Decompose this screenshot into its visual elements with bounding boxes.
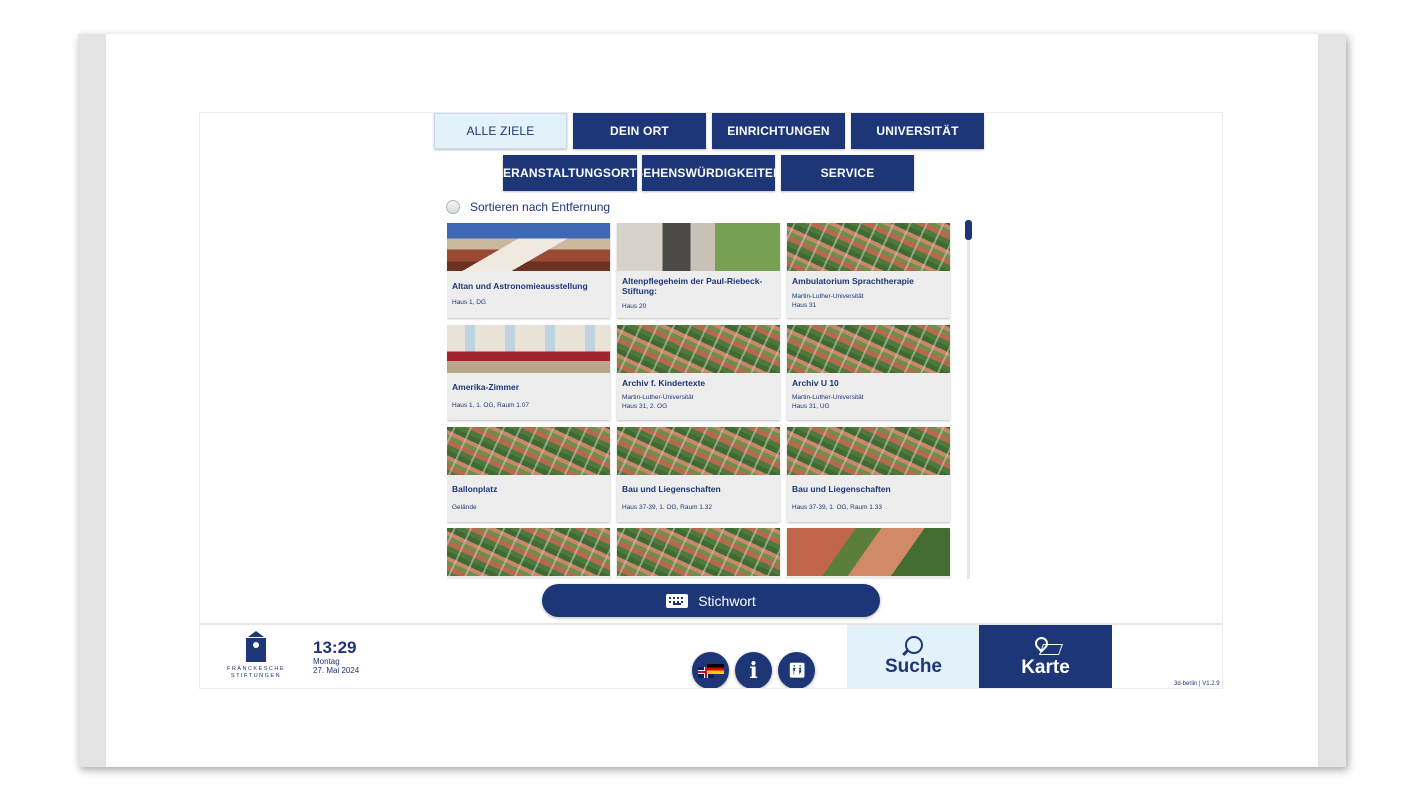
card-location-detail: Haus 31, 2. OG bbox=[622, 403, 668, 410]
list-item[interactable]: Bau und Liegenschaften Haus 37-39, 1. OG… bbox=[787, 427, 950, 522]
card-image bbox=[617, 223, 780, 271]
keyword-search-label: Stichwort bbox=[698, 592, 756, 609]
search-mode-label: Suche bbox=[884, 656, 943, 677]
sort-by-distance-toggle[interactable]: Sortieren nach Entfernung bbox=[446, 200, 610, 214]
card-title: Bau und Liegenschaften bbox=[622, 484, 721, 494]
card-title: Archiv f. Kindertexte bbox=[622, 378, 706, 388]
card-image bbox=[447, 223, 610, 271]
card-image bbox=[787, 223, 950, 271]
radio-button[interactable] bbox=[446, 200, 460, 214]
kiosk-screen: ALLE ZIELE DEIN ORT EINRICHTUNGEN UNIVER… bbox=[199, 112, 1223, 689]
scrollbar-thumb[interactable] bbox=[965, 220, 972, 240]
keyboard-icon bbox=[666, 593, 689, 608]
card-title: Altan und Astronomieausstellung bbox=[452, 281, 588, 291]
list-item[interactable]: Altan und Astronomieausstellung Haus 1, … bbox=[447, 223, 610, 318]
logo-icon bbox=[246, 631, 266, 663]
logo-text-line2: STIFTUNGEN bbox=[230, 673, 282, 679]
language-button[interactable] bbox=[692, 652, 729, 688]
toilet-icon: 🚻︎ bbox=[788, 662, 806, 678]
list-item[interactable]: Altenpflegeheim der Paul-Riebeck-Stiftun… bbox=[617, 223, 780, 318]
card-image bbox=[787, 325, 950, 373]
tab-alle-ziele[interactable]: ALLE ZIELE bbox=[434, 113, 567, 149]
toilet-button[interactable]: 🚻︎ bbox=[778, 652, 815, 688]
search-mode-button[interactable]: Suche bbox=[847, 625, 980, 688]
tab-einrichtungen[interactable]: EINRICHTUNGEN bbox=[712, 113, 845, 149]
list-item[interactable]: Archiv f. Kindertexte Martin-Luther-Univ… bbox=[617, 325, 780, 420]
card-location: Haus 1, 1. OG, Raum 1.07 bbox=[452, 402, 529, 409]
card-location: Haus 20 bbox=[622, 303, 647, 310]
card-location-detail: Haus 31 bbox=[792, 302, 817, 309]
sort-label: Sortieren nach Entfernung bbox=[470, 200, 611, 214]
footer-bar: FRANCKESCHE STIFTUNGEN 13:29 Montag 27. … bbox=[200, 623, 1222, 688]
card-title: Ballonplatz bbox=[452, 484, 498, 494]
card-title: Archiv U 10 bbox=[792, 378, 839, 388]
franckesche-stiftungen-logo: FRANCKESCHE STIFTUNGEN bbox=[220, 631, 292, 688]
tab-dein-ort[interactable]: DEIN ORT bbox=[573, 113, 706, 149]
search-icon bbox=[904, 636, 923, 654]
info-icon: i bbox=[749, 657, 758, 684]
map-icon bbox=[1031, 634, 1063, 655]
card-image bbox=[447, 325, 610, 373]
card-image bbox=[617, 325, 780, 373]
scrollbar-track[interactable] bbox=[967, 221, 970, 579]
list-item[interactable] bbox=[617, 528, 780, 579]
map-mode-label: Karte bbox=[1021, 657, 1070, 678]
card-image bbox=[787, 528, 950, 576]
map-mode-button[interactable]: Karte bbox=[979, 625, 1112, 688]
tab-service[interactable]: SERVICE bbox=[781, 155, 914, 191]
info-button[interactable]: i bbox=[735, 652, 772, 688]
card-title: Ambulatorium Sprachtherapie bbox=[792, 276, 914, 286]
keyword-search-button[interactable]: Stichwort bbox=[542, 584, 880, 617]
logo-text-line1: FRANCKESCHE bbox=[226, 666, 286, 672]
tab-veranstaltungsorte[interactable]: VERANSTALTUNGSORTE bbox=[503, 155, 637, 191]
card-location: Haus 1, DG bbox=[452, 299, 486, 306]
card-location: Martin-Luther-Universität bbox=[622, 394, 694, 401]
clock-day: Montag bbox=[313, 657, 340, 666]
list-item[interactable] bbox=[447, 528, 610, 579]
card-image bbox=[787, 427, 950, 475]
version-label: 3d-berlin | V1.2.9 bbox=[1174, 681, 1220, 687]
card-location-detail: Haus 31, UG bbox=[792, 403, 830, 410]
list-item[interactable]: Amerika-Zimmer Haus 1, 1. OG, Raum 1.07 bbox=[447, 325, 610, 420]
tab-universitaet[interactable]: UNIVERSITÄT bbox=[851, 113, 984, 149]
destination-list[interactable]: Altan und Astronomieausstellung Haus 1, … bbox=[447, 223, 957, 579]
card-image bbox=[617, 528, 780, 576]
list-item[interactable]: Archiv U 10 Martin-Luther-Universität Ha… bbox=[787, 325, 950, 420]
card-image bbox=[617, 427, 780, 475]
language-flag-icon bbox=[697, 663, 724, 678]
list-item[interactable]: Bau und Liegenschaften Haus 37-39, 1. OG… bbox=[617, 427, 780, 522]
card-location: Haus 37-39, 1. OG, Raum 1.32 bbox=[622, 504, 712, 511]
card-location: Martin-Luther-Universität bbox=[792, 293, 864, 300]
tab-sehenswuerdigkeiten[interactable]: SEHENSWÜRDIGKEITEN bbox=[642, 155, 775, 191]
card-location: Gelände bbox=[452, 504, 477, 511]
list-item[interactable]: Ambulatorium Sprachtherapie Martin-Luthe… bbox=[787, 223, 950, 318]
card-title: Altenpflegeheim der Paul-Riebeck-Stiftun… bbox=[622, 276, 763, 296]
card-image bbox=[447, 427, 610, 475]
card-title: Bau und Liegenschaften bbox=[792, 484, 891, 494]
list-item[interactable] bbox=[787, 528, 950, 579]
list-item[interactable]: Ballonplatz Gelände bbox=[447, 427, 610, 522]
card-location: Haus 37-39, 1. OG, Raum 1.33 bbox=[792, 504, 882, 511]
clock: 13:29 Montag 27. Mai 2024 bbox=[313, 638, 360, 676]
clock-time: 13:29 bbox=[313, 638, 357, 657]
card-title: Amerika-Zimmer bbox=[452, 382, 520, 392]
clock-date: 27. Mai 2024 bbox=[313, 666, 360, 675]
card-location: Martin-Luther-Universität bbox=[792, 394, 864, 401]
card-image bbox=[447, 528, 610, 576]
